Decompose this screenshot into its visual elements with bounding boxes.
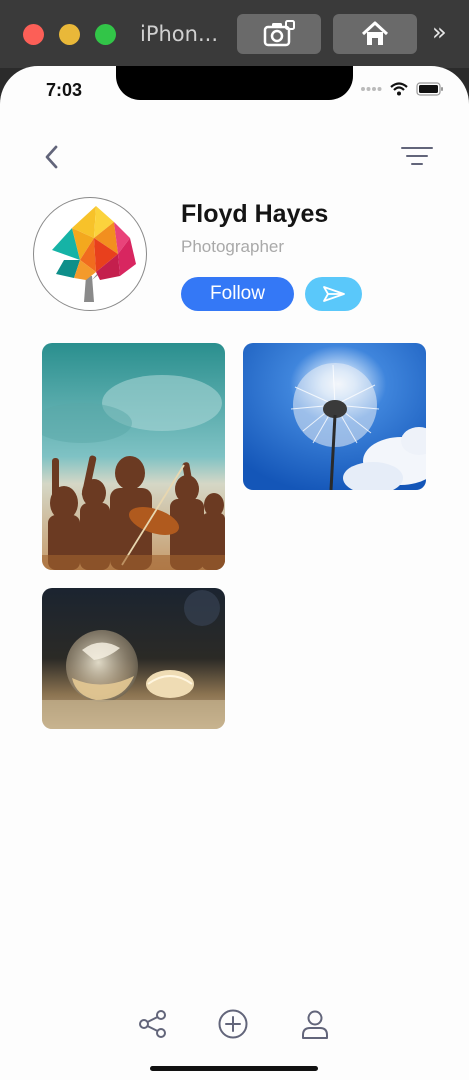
follow-button[interactable]: Follow bbox=[181, 277, 294, 311]
bottom-tab-bar bbox=[0, 1001, 469, 1051]
filter-button[interactable] bbox=[400, 144, 434, 170]
phone-screen: 7:03 Floyd Hayes Photographer Follow bbox=[0, 66, 469, 1080]
wifi-icon bbox=[390, 82, 408, 96]
battery-icon bbox=[416, 82, 443, 96]
tab-profile[interactable] bbox=[298, 1007, 332, 1041]
device-notch bbox=[116, 66, 353, 100]
profile-name: Floyd Hayes bbox=[181, 200, 329, 228]
user-icon bbox=[302, 1010, 328, 1039]
back-button[interactable] bbox=[38, 142, 64, 172]
gallery-photo-dandelion[interactable] bbox=[243, 343, 426, 490]
low-poly-tree-logo bbox=[52, 206, 136, 302]
photo-dandelion bbox=[243, 343, 426, 490]
minimize-window-button[interactable] bbox=[59, 24, 80, 45]
close-window-button[interactable] bbox=[23, 24, 44, 45]
simulator-toolbar: iPhon... » bbox=[0, 0, 469, 68]
home-button[interactable] bbox=[333, 14, 417, 54]
filter-icon bbox=[401, 147, 433, 165]
home-indicator[interactable] bbox=[150, 1066, 318, 1071]
paper-plane-icon bbox=[322, 286, 345, 302]
photo-children-violin bbox=[42, 343, 225, 570]
send-message-button[interactable] bbox=[305, 277, 362, 311]
camera-icon bbox=[263, 20, 295, 47]
zoom-window-button[interactable] bbox=[95, 24, 116, 45]
gallery-photo-violin[interactable] bbox=[42, 343, 225, 570]
status-time: 7:03 bbox=[46, 80, 83, 100]
status-indicators bbox=[360, 82, 444, 96]
avatar[interactable] bbox=[33, 197, 147, 311]
chevron-left-icon bbox=[45, 145, 58, 169]
home-icon bbox=[361, 21, 389, 45]
plus-circle-icon bbox=[218, 1009, 248, 1039]
screenshot-button[interactable] bbox=[237, 14, 321, 54]
tab-add[interactable] bbox=[216, 1007, 250, 1041]
share-icon bbox=[139, 1010, 166, 1038]
tab-share[interactable] bbox=[136, 1007, 170, 1041]
more-toolbar-button[interactable]: » bbox=[432, 18, 447, 46]
photo-frozen-bubble bbox=[42, 588, 225, 729]
signal-dots-icon bbox=[361, 87, 382, 91]
profile-role: Photographer bbox=[181, 237, 285, 256]
simulator-title: iPhon... bbox=[140, 22, 218, 46]
gallery-photo-bubble[interactable] bbox=[42, 588, 225, 729]
